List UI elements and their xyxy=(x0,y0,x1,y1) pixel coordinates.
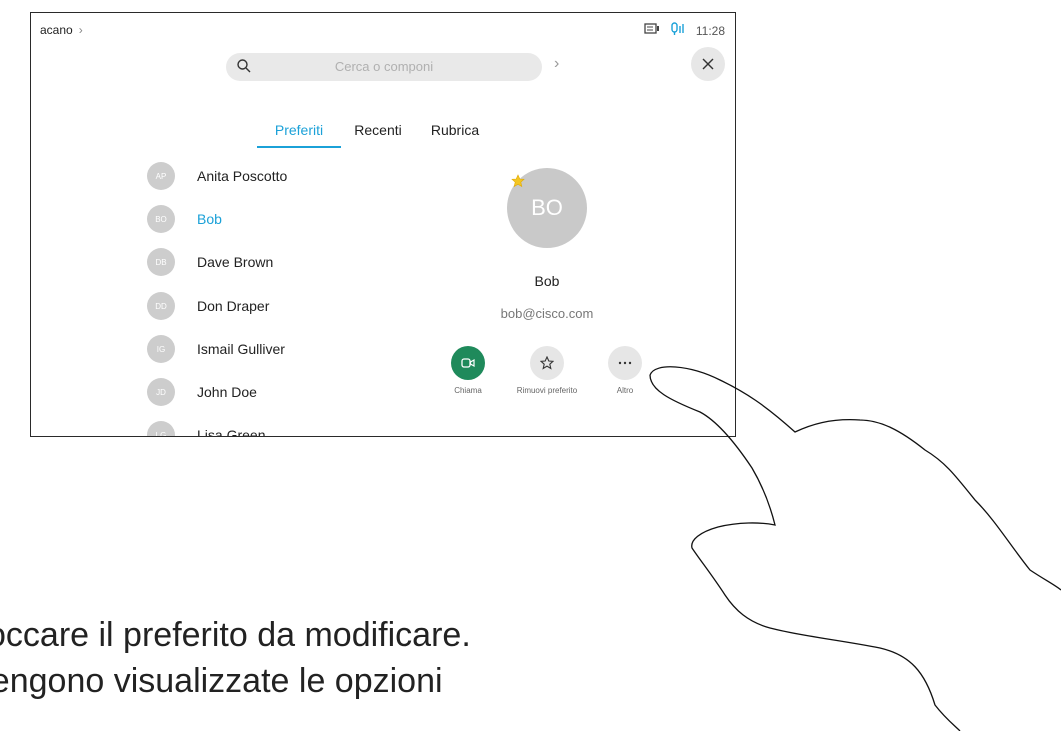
instruction-caption: Toccare il preferito da modificare. Veng… xyxy=(0,612,471,704)
caption-line-2: Vengono visualizzate le opzioni xyxy=(0,662,443,700)
caption-line-1: Toccare il preferito da modificare. xyxy=(0,616,471,654)
